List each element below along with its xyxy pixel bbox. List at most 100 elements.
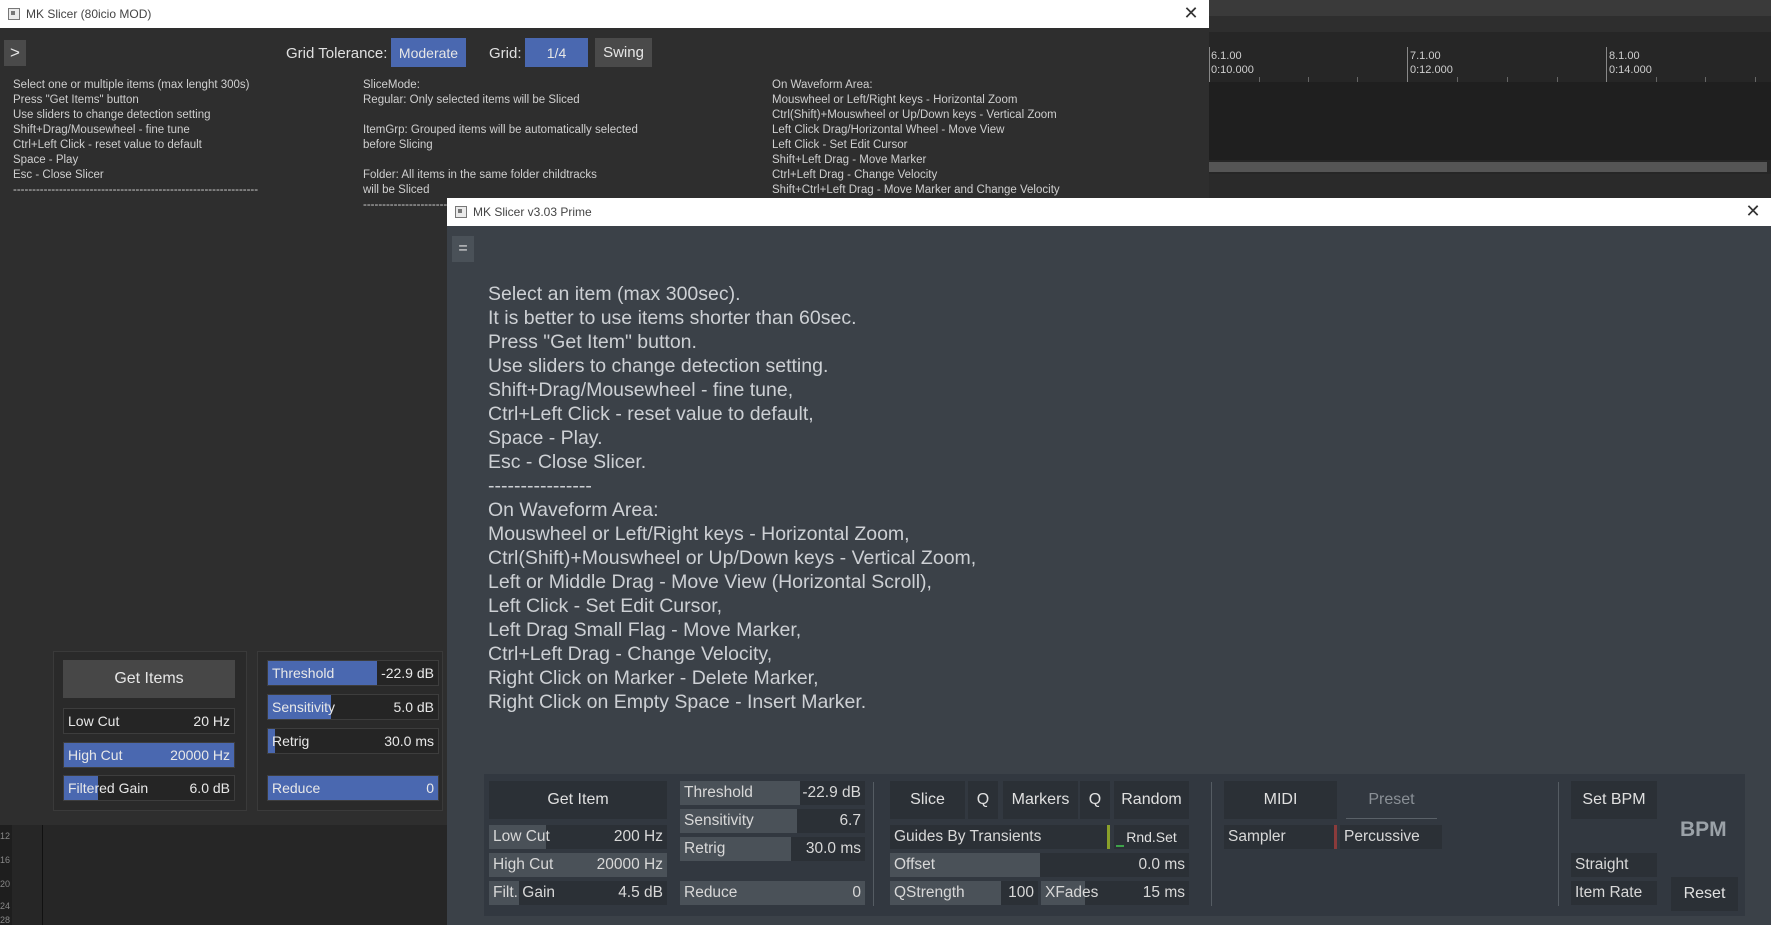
slider-value: 20 Hz: [193, 713, 230, 729]
arrange-toolbar: [1209, 16, 1771, 32]
preset-underline: [1346, 818, 1437, 819]
front-window-titlebar[interactable]: MK Slicer v3.03 Prime ✕: [447, 198, 1771, 226]
guides-label: Guides By Transients: [894, 828, 1042, 845]
bpm-display: BPM: [1680, 818, 1727, 841]
sensitivity-slider[interactable]: Sensitivity 5.0 dB: [267, 694, 439, 720]
slider-label: High Cut: [68, 747, 123, 763]
group-separator: [873, 782, 874, 906]
rnd-indicator: [1116, 845, 1124, 847]
retrig-slider[interactable]: Retrig 30.0 ms: [680, 837, 865, 861]
qstrength-slider[interactable]: QStrength 100: [890, 881, 1038, 905]
slider-value: -22.9 dB: [802, 784, 861, 801]
slider-value: -22.9 dB: [381, 665, 434, 681]
get-items-button[interactable]: Get Items: [63, 660, 235, 698]
get-item-button[interactable]: Get Item: [489, 781, 667, 819]
high-cut-slider[interactable]: High Cut 20000 Hz: [489, 853, 667, 877]
threshold-slider[interactable]: Threshold -22.9 dB: [267, 660, 439, 686]
ruler-number: 24: [0, 901, 11, 911]
app-icon: [8, 8, 20, 20]
slice-button[interactable]: Slice: [890, 781, 965, 819]
retrig-slider[interactable]: Retrig 30.0 ms: [267, 728, 439, 754]
marker-bar-label: 7.1.00: [1410, 50, 1441, 62]
help-text-slicemode: SliceMode: Regular: Only selected items …: [363, 79, 638, 211]
item-rate-selector[interactable]: Item Rate: [1571, 881, 1657, 905]
transport-bar: [1209, 174, 1771, 200]
filt-gain-slider[interactable]: Filt. Gain 4.5 dB: [489, 881, 667, 905]
bar-line: [1606, 47, 1607, 82]
ruler-number: 12: [0, 831, 11, 841]
timeline-ruler[interactable]: [1209, 32, 1771, 82]
reduce-slider[interactable]: Reduce 0: [267, 775, 439, 801]
slider-label: Filtered Gain: [68, 780, 149, 796]
sampler-selector[interactable]: Sampler: [1224, 825, 1337, 849]
slider-value: 30.0 ms: [384, 733, 434, 749]
slider-value: 200 Hz: [613, 828, 663, 845]
slider-label: Threshold: [684, 784, 753, 801]
marker-bar-label: 8.1.00: [1609, 50, 1640, 62]
slider-value: 5.0 dB: [393, 699, 434, 715]
slider-value: 0: [852, 884, 861, 901]
slider-label: Reduce: [684, 884, 738, 901]
bar-line: [1407, 47, 1408, 82]
group-separator: [1558, 782, 1559, 906]
back-window-title: MK Slicer (80icio MOD): [26, 7, 152, 21]
marker-time-label: 0:10.000: [1211, 64, 1254, 76]
ruler-number: 20: [0, 879, 11, 889]
markers-button[interactable]: Markers: [1003, 781, 1078, 819]
slider-label: Low Cut: [68, 713, 120, 729]
slider-value: 0.0 ms: [1138, 856, 1185, 873]
track-lane[interactable]: [1209, 82, 1771, 160]
rnd-set-button[interactable]: Rnd.Set: [1114, 825, 1189, 849]
slider-label: Threshold: [272, 665, 335, 681]
slider-label: QStrength: [894, 884, 965, 901]
slicer-front-window: = Select an item (max 300sec). It is bet…: [447, 226, 1771, 925]
percussive-selector[interactable]: Percussive: [1340, 825, 1442, 849]
swing-button[interactable]: Swing: [595, 38, 652, 67]
set-bpm-button[interactable]: Set BPM: [1571, 781, 1657, 819]
slider-value: 100: [1008, 884, 1034, 901]
threshold-slider[interactable]: Threshold -22.9 dB: [680, 781, 865, 805]
preset-button[interactable]: Preset: [1344, 781, 1439, 819]
random-button[interactable]: Random: [1114, 781, 1189, 819]
grid-tolerance-label: Grid Tolerance:: [286, 45, 388, 62]
slice-quantize-button[interactable]: Q: [968, 781, 998, 819]
guides-indicator: [1107, 825, 1110, 849]
group-separator: [1211, 782, 1212, 906]
close-icon[interactable]: ✕: [1181, 0, 1201, 28]
help-text-waveform: On Waveform Area: Mouswheel or Left/Righ…: [772, 79, 1060, 196]
sensitivity-slider[interactable]: Sensitivity 6.7: [680, 809, 865, 833]
high-cut-slider[interactable]: High Cut 20000 Hz: [63, 742, 235, 768]
reset-button[interactable]: Reset: [1671, 877, 1738, 911]
straight-selector[interactable]: Straight: [1571, 853, 1657, 877]
guides-selector[interactable]: Guides By Transients: [890, 825, 1110, 849]
filtered-gain-slider[interactable]: Filtered Gain 6.0 dB: [63, 775, 235, 801]
divider: [42, 825, 43, 925]
markers-quantize-button[interactable]: Q: [1080, 781, 1110, 819]
low-cut-slider[interactable]: Low Cut 20 Hz: [63, 708, 235, 734]
slider-label: Low Cut: [493, 828, 550, 845]
horizontal-scrollbar[interactable]: [1209, 162, 1767, 172]
close-icon[interactable]: ✕: [1743, 198, 1763, 226]
midi-button[interactable]: MIDI: [1224, 781, 1337, 819]
ruler-number: 28: [0, 915, 11, 925]
sampler-label: Sampler: [1228, 828, 1286, 845]
menu-button[interactable]: =: [452, 236, 474, 262]
slider-label: Reduce: [272, 780, 321, 796]
slider-label: Sensitivity: [684, 812, 754, 829]
reduce-slider[interactable]: Reduce 0: [680, 881, 865, 905]
slider-label: Filt. Gain: [493, 884, 556, 901]
arrange-view[interactable]: 6.1.00 0:10.000 7.1.00 0:12.000 8.1.00 0…: [1209, 0, 1771, 200]
low-cut-slider[interactable]: Low Cut 200 Hz: [489, 825, 667, 849]
slider-label: Retrig: [684, 840, 726, 857]
toggle-panel-button[interactable]: >: [4, 40, 26, 66]
slider-label: Retrig: [272, 733, 310, 749]
marker-time-label: 0:12.000: [1410, 64, 1453, 76]
front-window-title: MK Slicer v3.03 Prime: [473, 205, 592, 219]
grid-tolerance-button[interactable]: Moderate: [391, 38, 466, 67]
slider-value: 20000 Hz: [170, 747, 230, 763]
back-window-titlebar[interactable]: MK Slicer (80icio MOD) ✕: [0, 0, 1209, 28]
offset-slider[interactable]: Offset 0.0 ms: [890, 853, 1189, 877]
slider-value: 0: [426, 780, 434, 796]
xfades-slider[interactable]: XFades 15 ms: [1041, 881, 1189, 905]
grid-value-button[interactable]: 1/4: [525, 38, 588, 67]
